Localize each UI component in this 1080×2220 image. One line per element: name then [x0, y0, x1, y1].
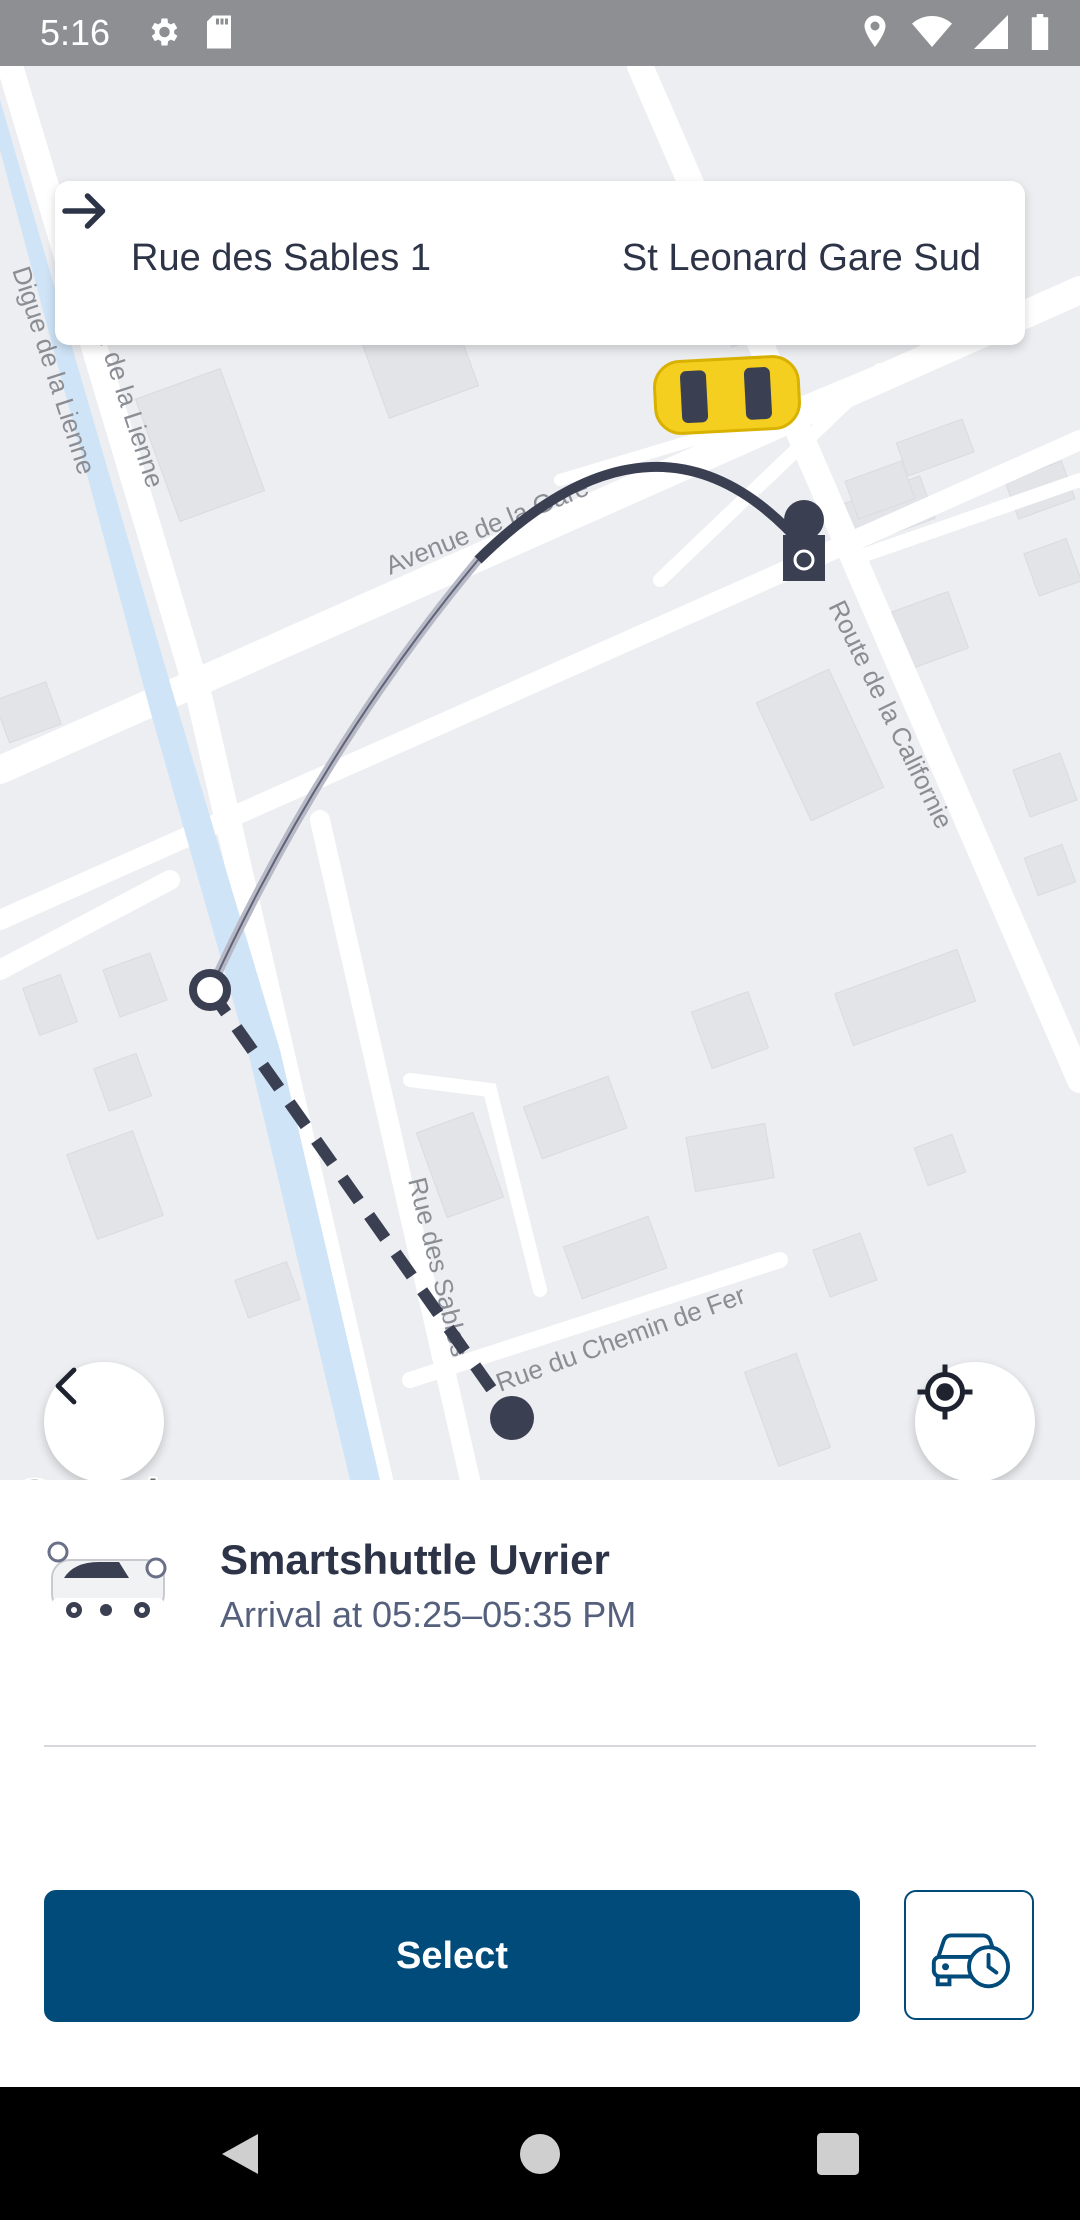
nav-home-button[interactable] [460, 2087, 620, 2220]
pickup-marker [189, 969, 231, 1011]
schedule-ride-button[interactable] [904, 1890, 1034, 2020]
home-circle-icon [520, 2133, 560, 2174]
divider [44, 1745, 1036, 1747]
shuttle-icon [47, 1541, 167, 1618]
map[interactable]: Digue de la Lienne Prom. de la Lienne Av… [0, 66, 1080, 1480]
arrow-right-icon [62, 193, 106, 229]
arrival-time: Arrival at 05:25–05:35 PM [220, 1594, 637, 1635]
my-location-icon [917, 1364, 973, 1420]
status-left-icons [145, 14, 235, 50]
bottom-sheet: Smartshuttle Uvrier Arrival at 05:25–05:… [0, 1480, 1080, 2087]
nav-recents-button[interactable] [758, 2087, 918, 2220]
back-button[interactable] [44, 1362, 164, 1480]
select-button[interactable]: Select [44, 1890, 860, 2022]
route-card[interactable]: Rue des Sables 1 St Leonard Gare Sud [55, 181, 1025, 345]
shuttle-name: Smartshuttle Uvrier [220, 1536, 610, 1583]
signal-icon [974, 15, 1008, 49]
my-location-button[interactable] [915, 1362, 1035, 1480]
settings-icon [151, 18, 178, 46]
car-clock-icon [931, 1933, 1011, 1989]
route-origin: Rue des Sables 1 [131, 237, 431, 279]
chevron-left-icon [55, 1367, 77, 1405]
wifi-icon [912, 16, 952, 47]
vehicle-icon [653, 355, 801, 435]
recents-square-icon [817, 2132, 859, 2175]
status-time: 5:16 [40, 12, 111, 53]
route-destination: St Leonard Gare Sud [621, 237, 981, 279]
destination-marker [783, 500, 825, 581]
location-icon [864, 15, 886, 47]
sd-card-icon [207, 15, 231, 49]
battery-icon [1031, 14, 1049, 50]
status-bar: 5:16 [0, 0, 1080, 66]
start-marker [490, 1396, 534, 1440]
navigation-bar [0, 2087, 1080, 2220]
google-logo: Google [13, 1468, 189, 1480]
back-triangle-icon [222, 2133, 258, 2174]
status-right-icons [860, 14, 1050, 50]
nav-back-button[interactable] [160, 2087, 320, 2220]
